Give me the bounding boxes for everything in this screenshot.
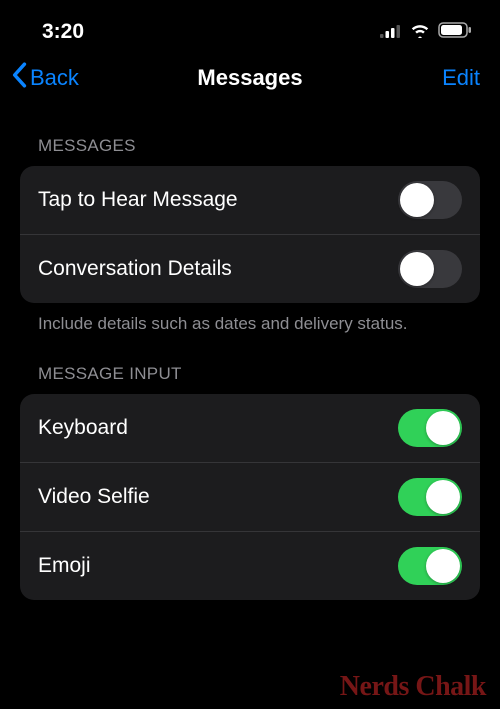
cellular-icon xyxy=(380,20,402,44)
toggle-knob xyxy=(426,549,460,583)
toggle-conversation-details[interactable] xyxy=(398,250,462,288)
group-messages: Tap to Hear Message Conversation Details xyxy=(20,166,480,303)
toggle-knob xyxy=(426,480,460,514)
toggle-knob xyxy=(400,252,434,286)
section-footer-messages: Include details such as dates and delive… xyxy=(20,303,480,336)
battery-icon xyxy=(438,20,472,44)
back-button[interactable]: Back xyxy=(10,62,79,94)
section-header-message-input: MESSAGE INPUT xyxy=(20,336,480,394)
group-message-input: Keyboard Video Selfie Emoji xyxy=(20,394,480,600)
toggle-emoji[interactable] xyxy=(398,547,462,585)
edit-button[interactable]: Edit xyxy=(442,65,480,91)
row-tap-to-hear: Tap to Hear Message xyxy=(20,166,480,234)
toggle-tap-to-hear[interactable] xyxy=(398,181,462,219)
toggle-keyboard[interactable] xyxy=(398,409,462,447)
status-icons xyxy=(380,20,472,44)
row-label: Tap to Hear Message xyxy=(38,188,238,212)
toggle-video-selfie[interactable] xyxy=(398,478,462,516)
row-label: Keyboard xyxy=(38,416,128,440)
row-conversation-details: Conversation Details xyxy=(20,234,480,303)
settings-content: MESSAGES Tap to Hear Message Conversatio… xyxy=(0,108,500,600)
row-video-selfie: Video Selfie xyxy=(20,462,480,531)
wifi-icon xyxy=(409,20,431,44)
toggle-knob xyxy=(426,411,460,445)
row-label: Video Selfie xyxy=(38,485,150,509)
toggle-knob xyxy=(400,183,434,217)
back-label: Back xyxy=(30,65,79,91)
row-label: Conversation Details xyxy=(38,257,232,281)
page-title: Messages xyxy=(197,65,302,91)
status-time: 3:20 xyxy=(42,20,84,44)
row-emoji: Emoji xyxy=(20,531,480,600)
row-label: Emoji xyxy=(38,554,91,578)
nav-bar: Back Messages Edit xyxy=(0,50,500,108)
row-keyboard: Keyboard xyxy=(20,394,480,462)
watermark: Nerds Chalk xyxy=(340,671,486,703)
section-header-messages: MESSAGES xyxy=(20,108,480,166)
status-bar: 3:20 xyxy=(0,0,500,50)
chevron-left-icon xyxy=(10,62,28,94)
